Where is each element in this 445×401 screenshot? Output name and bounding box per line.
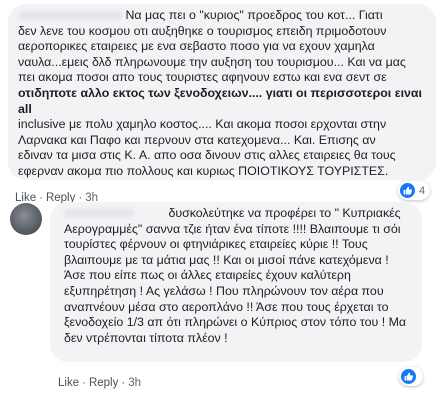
comment-bubble-2: δυσκολεύτηκε να προφέρει το " Κυπριακές … [50,202,422,362]
comment-line: αναπνέουν μέσα στο αεροπλάνο !! Άσε που … [64,299,389,314]
avatar[interactable] [10,203,42,235]
comment-line: εφερναν ακομα πιο πολλους και κυριως ΠΟΙ… [18,163,389,178]
comment-actions-2: Like · Reply · 3h [58,377,141,389]
comment-line: εδιναν τα μισα στις Κ. Α. απο οσα δινουν… [18,148,396,163]
reaction-count-2[interactable]: 1 [399,367,423,386]
comment-line: αεροπορικες εταιρειες με ενα σεβαστο ποσ… [18,39,375,54]
comment-line: Άσε που είπε πως οι άλλες εταιρείες έχου… [64,268,351,283]
comment-text-2: δυσκολεύτηκε να προφέρει το " Κυπριακές [64,206,412,222]
reaction-count-1[interactable]: 4 [398,181,431,200]
comment-line: οτιδηποτε αλλο εκτος των ξενοδοχειων....… [18,85,422,116]
comment-text-1: Να μας πει ο "κυριος" προεδρος του κοτ..… [18,8,426,24]
comment-line: δεν λενε του κοσμου οτι αυξηθηκε ο τουρι… [18,23,387,38]
comment-line: εξυπηρέτηση ! Ας γελάσω ! Που πληρώνουν … [64,283,384,298]
comment-line: ξενοδοχείο 1/3 απ ότι πληρώνει ο Κύπριος… [64,315,407,330]
comment-line: inclusive με πολυ χαμηλο κοστος.... Και … [18,117,387,132]
comment-line: Λαρνακα και Παφο και περνουν στα κατεχομ… [18,132,376,147]
author-name-2[interactable] [64,209,134,219]
like-reaction-icon [400,183,415,198]
comment-timestamp[interactable]: 3h [128,377,141,389]
comment-line: τουρίστες φέρνουν οι φτηνιάρικες εταιρεί… [64,237,368,252]
comment-line: Αερογραμμές" σαννα τζιε ήταν ένα τίποτε … [64,221,401,236]
comment-line: πει ακομα ποσοι απο τους τουριστες αφηνο… [18,70,387,85]
author-name-1[interactable] [18,11,122,21]
comment-line: δεν ντρέπονται τίποτα πλέον ! [64,330,228,345]
like-reaction-icon [401,369,416,384]
like-button[interactable]: Like [58,377,79,389]
reply-button[interactable]: Reply [89,377,118,389]
reaction-number: 4 [419,184,426,197]
comment-bubble-1: Να μας πει ο "κυριος" προεδρος του κοτ..… [8,4,436,180]
comment-line: ναυλα...εμεις δλδ πληρωνουμε την αυξηση … [18,54,406,69]
comment-line: βλαιπουμε με τα μάτια μας !! Και οι μισο… [64,252,389,267]
